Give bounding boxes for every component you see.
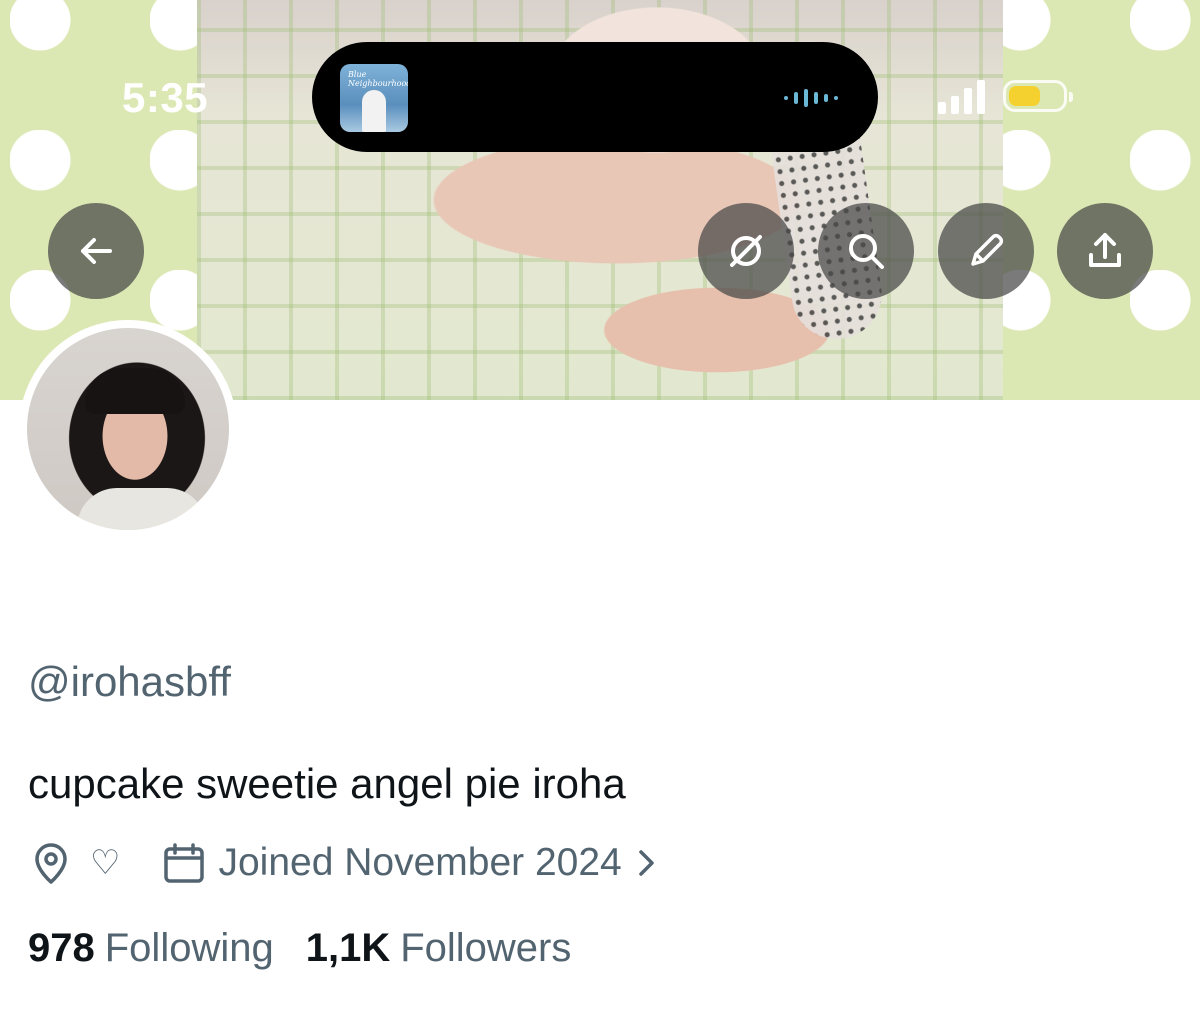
joined-date[interactable]: Joined November 2024 (162, 841, 657, 885)
profile-bio: cupcake sweetie angel pie iroha (28, 760, 626, 807)
share-button[interactable] (1057, 203, 1153, 299)
battery-icon (1003, 80, 1073, 112)
edit-button[interactable] (938, 203, 1034, 299)
arrow-left-icon (81, 238, 112, 264)
location-text: ♡ (90, 844, 121, 882)
cellular-signal-icon (938, 78, 985, 114)
search-button[interactable] (818, 203, 914, 299)
grok-button[interactable] (698, 203, 794, 299)
avatar-photo (27, 328, 229, 530)
battery-fill (1009, 86, 1041, 106)
avatar-hair (85, 368, 185, 414)
pencil-icon (971, 233, 1004, 266)
back-button[interactable] (48, 203, 144, 299)
location-pin-icon (35, 843, 67, 884)
dynamic-island[interactable]: Blue Neighbourhood (312, 42, 878, 152)
followers-label: Followers (400, 926, 572, 970)
chevron-right-icon (636, 848, 658, 878)
following-count: 978 (28, 926, 95, 970)
album-caption: Blue Neighbourhood (348, 70, 408, 88)
following-label: Following (104, 926, 274, 970)
album-figure (362, 90, 386, 132)
profile-avatar[interactable] (19, 320, 237, 538)
joined-label: Joined November 2024 (218, 841, 622, 884)
now-playing-album-art[interactable]: Blue Neighbourhood (340, 64, 408, 132)
audio-waveform-icon (784, 89, 838, 107)
followers-link[interactable]: 1,1K Followers (306, 926, 572, 971)
avatar-shirt (77, 488, 207, 530)
following-link[interactable]: 978 Following (28, 926, 274, 971)
share-icon (1089, 233, 1121, 267)
status-time: 5:35 (122, 74, 209, 121)
calendar-icon (164, 843, 205, 883)
follow-stats: 978 Following 1,1K Followers (28, 926, 571, 971)
status-indicators (938, 78, 1073, 114)
grok-icon (730, 235, 762, 267)
profile-meta: ♡ Joined November 2024 (28, 838, 658, 888)
profile-handle: @irohasbff (28, 658, 231, 705)
followers-count: 1,1K (305, 926, 391, 970)
search-icon (849, 234, 884, 269)
